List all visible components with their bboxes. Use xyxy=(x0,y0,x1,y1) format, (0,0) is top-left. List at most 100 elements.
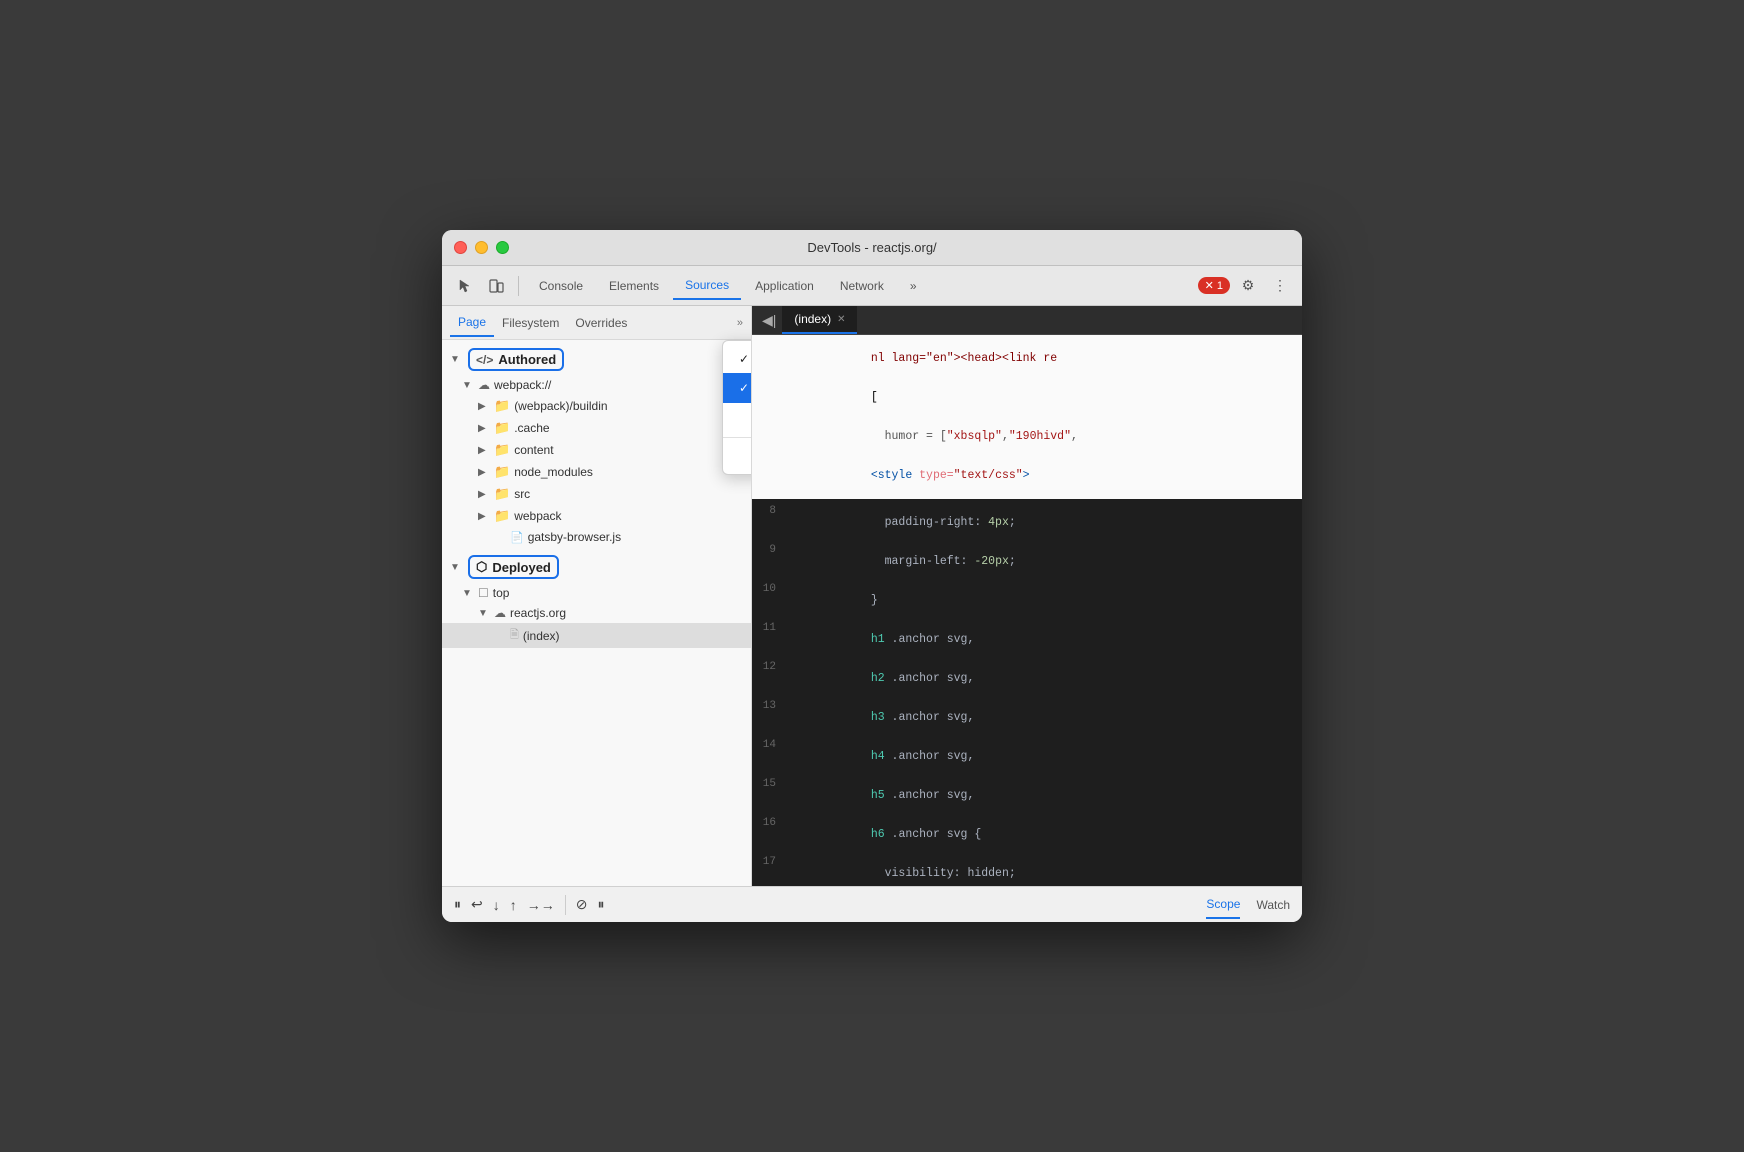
index-file-icon: 🗎 xyxy=(510,626,519,645)
main-tabs: Console Elements Sources Application Net… xyxy=(527,272,1194,300)
sidebar-toggle-button[interactable]: ◀| xyxy=(756,308,782,333)
editor-tab-index[interactable]: (index) ✕ xyxy=(782,306,857,334)
line-num-10: 10 xyxy=(752,581,788,599)
error-count: 1 xyxy=(1217,280,1223,292)
menu-group-by-folder[interactable]: ✓ Group by folder xyxy=(723,345,752,373)
deployed-cube-icon: ⬡ xyxy=(476,559,487,575)
reactjs-cloud-icon: ☁ xyxy=(494,606,506,620)
line-num-16: 16 xyxy=(752,815,788,833)
line-num-11: 11 xyxy=(752,620,788,638)
code-top-section: nl lang="en"><head><link re [ humor = ["… xyxy=(752,335,1302,499)
group-authored-check-icon: ✓ xyxy=(739,381,752,395)
buildin-folder-icon: 📁 xyxy=(494,398,510,414)
gatsby-browser-js[interactable]: ▶ 📄 gatsby-browser.js xyxy=(442,527,751,547)
step-right-icon[interactable]: →→ xyxy=(527,897,555,913)
content-folder-icon: 📁 xyxy=(494,442,510,458)
line-content-10: } xyxy=(788,581,1302,620)
code-line-11: 11 h1 .anchor svg, xyxy=(752,620,1302,659)
step-up-icon[interactable]: ↑ xyxy=(510,897,517,913)
authored-code-icon: </> xyxy=(476,353,493,367)
code-line-top-3: humor = ["xbsqlp","190hivd", xyxy=(752,417,1302,456)
src-folder-icon: 📁 xyxy=(494,486,510,502)
settings-icon[interactable]: ⚙ xyxy=(1234,272,1262,300)
top-label: top xyxy=(493,586,510,600)
line-content-16: h6 .anchor svg { xyxy=(788,815,1302,854)
deployed-index[interactable]: ▶ 🗎 (index) xyxy=(442,623,751,648)
code-line-top-1: nl lang="en"><head><link re xyxy=(752,339,1302,378)
sidebar: Page Filesystem Overrides » ▼ </> Author… xyxy=(442,306,752,886)
webpack-node-modules[interactable]: ▶ 📁 node_modules xyxy=(442,461,751,483)
webpack-content[interactable]: ▶ 📁 content xyxy=(442,439,751,461)
more-options-icon[interactable]: ⋮ xyxy=(1266,272,1294,300)
deployed-label: Deployed xyxy=(492,560,551,575)
editor-tabs: ◀| (index) ✕ xyxy=(752,306,1302,335)
line-content-11: h1 .anchor svg, xyxy=(788,620,1302,659)
line-num-8: 8 xyxy=(752,503,788,521)
main-toolbar: Console Elements Sources Application Net… xyxy=(442,266,1302,306)
step-down-icon[interactable]: ↓ xyxy=(493,897,500,913)
menu-group-authored-deployed[interactable]: ✓ Group by Authored/Deployed 🔒 xyxy=(723,373,752,403)
sidebar-tab-page[interactable]: Page xyxy=(450,309,494,337)
panel-tabs: Scope Watch xyxy=(1206,891,1290,919)
code-line-12: 12 h2 .anchor svg, xyxy=(752,659,1302,698)
sidebar-tab-overrides[interactable]: Overrides xyxy=(567,310,635,336)
maximize-button[interactable] xyxy=(496,241,509,254)
deactivate-breakpoints-icon[interactable]: ⊘ xyxy=(576,896,588,913)
webpack-root[interactable]: ▼ ☁ webpack:// xyxy=(442,375,751,395)
webpack-inner-label: webpack xyxy=(514,509,561,523)
close-button[interactable] xyxy=(454,241,467,254)
line-content-top-1: nl lang="en"><head><link re xyxy=(788,339,1302,378)
inspect-icon[interactable] xyxy=(450,272,478,300)
node-modules-label: node_modules xyxy=(514,465,593,479)
tab-application[interactable]: Application xyxy=(743,273,826,299)
webpack-src[interactable]: ▶ 📁 src xyxy=(442,483,751,505)
tab-network[interactable]: Network xyxy=(828,273,896,299)
deployed-header[interactable]: ▼ ⬡ Deployed xyxy=(442,551,751,583)
minimize-button[interactable] xyxy=(475,241,488,254)
panel-tab-watch[interactable]: Watch xyxy=(1256,892,1290,918)
resume-icon[interactable]: ↩ xyxy=(471,896,483,913)
debug-separator xyxy=(565,895,566,915)
line-content-top-3: humor = ["xbsqlp","190hivd", xyxy=(788,417,1302,456)
editor-tab-close-icon[interactable]: ✕ xyxy=(837,314,845,325)
devtools-window: DevTools - reactjs.org/ Console Elements… xyxy=(442,230,1302,922)
code-line-13: 13 h3 .anchor svg, xyxy=(752,698,1302,737)
menu-hide-ignore-listed[interactable]: ✓ Hide ignore-listed sources 🔒 xyxy=(723,403,752,433)
tab-sources[interactable]: Sources xyxy=(673,272,741,300)
code-line-16: 16 h6 .anchor svg { xyxy=(752,815,1302,854)
gatsby-file-icon: 📄 xyxy=(510,531,524,544)
code-line-14: 14 h4 .anchor svg, xyxy=(752,737,1302,776)
pause-on-exception-icon[interactable]: ⏸ xyxy=(597,896,604,913)
sidebar-tab-filesystem[interactable]: Filesystem xyxy=(494,310,567,336)
tab-more[interactable]: » xyxy=(898,273,929,299)
webpack-buildin[interactable]: ▶ 📁 (webpack)/buildin xyxy=(442,395,751,417)
top-chevron: ▼ xyxy=(462,588,474,599)
line-content-15: h5 .anchor svg, xyxy=(788,776,1302,815)
deployed-reactjs[interactable]: ▼ ☁ reactjs.org xyxy=(442,603,751,623)
line-num-17: 17 xyxy=(752,854,788,872)
menu-open-file[interactable]: ✓ Open file ⌘ P xyxy=(723,442,752,470)
device-toolbar-icon[interactable] xyxy=(482,272,510,300)
webpack-webpack[interactable]: ▶ 📁 webpack xyxy=(442,505,751,527)
reactjs-label: reactjs.org xyxy=(510,606,566,620)
webpack-inner-folder-icon: 📁 xyxy=(494,508,510,524)
error-badge[interactable]: ✕ 1 xyxy=(1198,277,1230,294)
tab-elements[interactable]: Elements xyxy=(597,273,671,299)
top-page-icon: ☐ xyxy=(478,586,489,600)
deployed-top[interactable]: ▼ ☐ top xyxy=(442,583,751,603)
line-content-top-4: <style type="text/css"> xyxy=(788,456,1302,495)
code-line-top-4: <style type="text/css"> xyxy=(752,456,1302,495)
group-folder-check-icon: ✓ xyxy=(739,352,752,366)
panel-tab-scope[interactable]: Scope xyxy=(1206,891,1240,919)
tab-console[interactable]: Console xyxy=(527,273,595,299)
sidebar-more-icon[interactable]: » xyxy=(737,317,743,329)
sidebar-tabs: Page Filesystem Overrides » xyxy=(442,306,751,340)
authored-header[interactable]: ▼ </> Authored xyxy=(442,344,751,375)
src-chevron: ▶ xyxy=(478,489,490,500)
line-content-14: h4 .anchor svg, xyxy=(788,737,1302,776)
titlebar: DevTools - reactjs.org/ xyxy=(442,230,1302,266)
content-chevron: ▶ xyxy=(478,445,490,456)
pause-button[interactable]: ⏸ xyxy=(454,896,461,913)
traffic-lights xyxy=(454,241,509,254)
webpack-cache[interactable]: ▶ 📁 .cache xyxy=(442,417,751,439)
